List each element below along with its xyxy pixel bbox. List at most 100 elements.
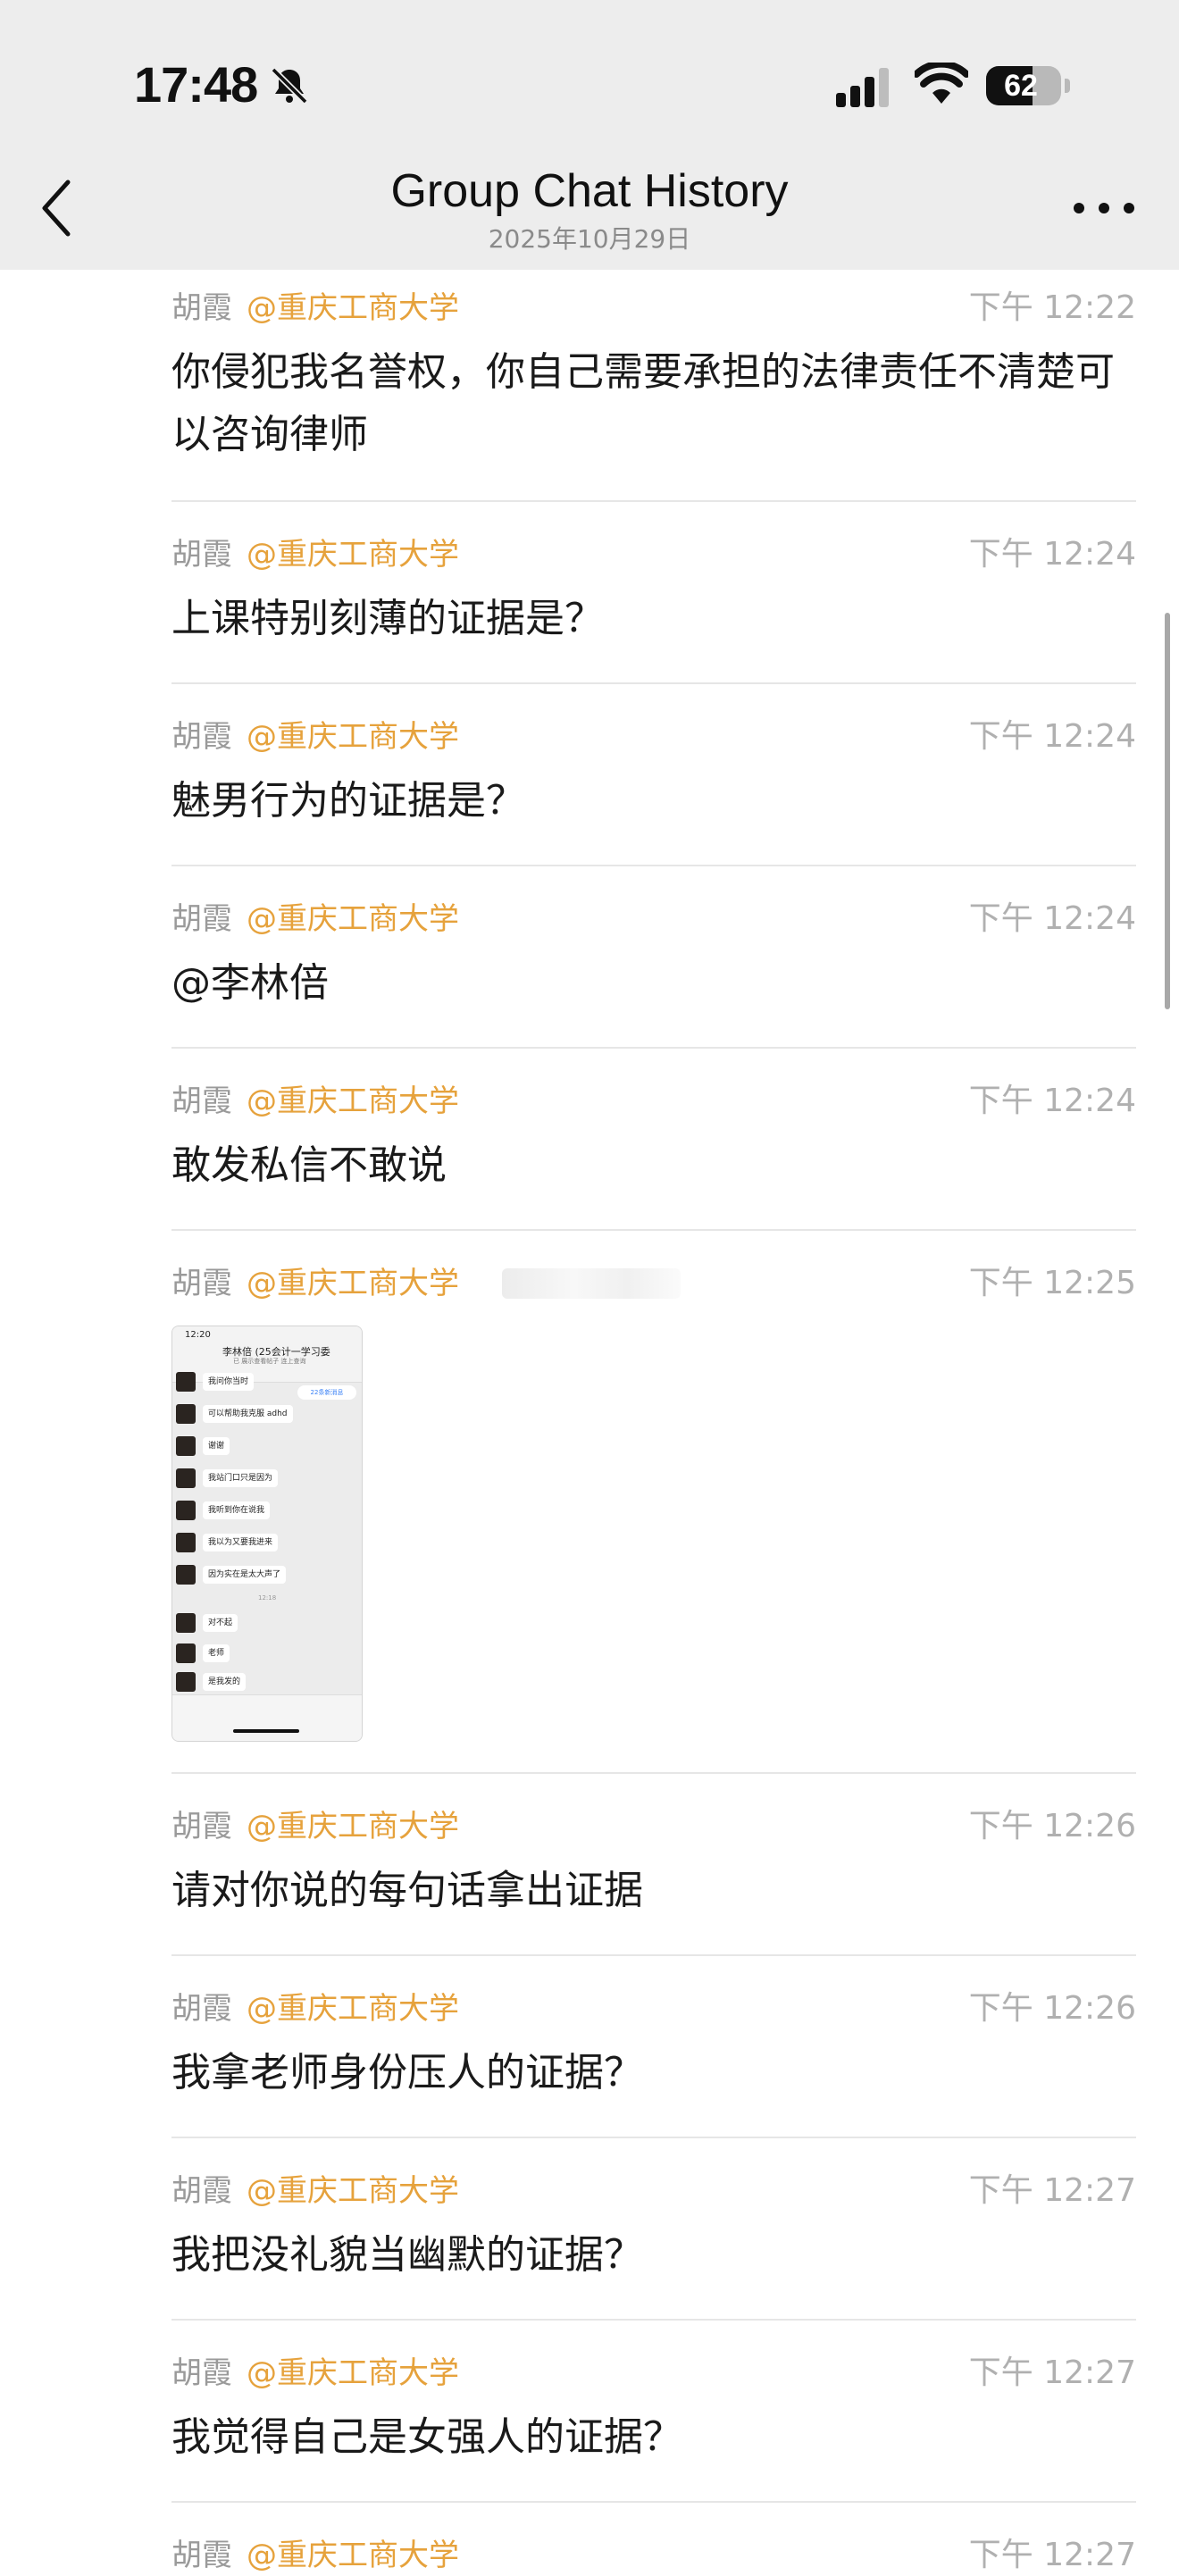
divider [171, 865, 1136, 866]
thumb-avatar [176, 1436, 196, 1456]
sender-org: @重庆工商大学 [247, 2173, 459, 2209]
message-header: 胡霞 @重庆工商大学 下午 12:22 [171, 288, 1136, 329]
message-time: 下午 12:26 [968, 1990, 1136, 2027]
sender-org: @重庆工商大学 [247, 1266, 459, 1301]
sender-name: 胡霞 [171, 1083, 232, 1119]
divider [171, 2319, 1136, 2321]
message-header: 胡霞 @重庆工商大学 下午 12:24 [171, 1081, 1136, 1122]
thumb-time-divider: 12:18 [258, 1594, 277, 1602]
thumb-message: 因为实在是太大声了 [176, 1564, 355, 1587]
header-bar: 17:48 62 Group Chat History 2025年10月29日 [0, 0, 1179, 270]
bell-slash-icon [271, 67, 308, 105]
thumb-avatar [176, 1533, 196, 1552]
wifi-icon [915, 63, 968, 104]
thumb-input-bar [172, 1694, 362, 1741]
message-header: 胡霞 @重庆工商大学 下午 12:24 [171, 899, 1136, 940]
message-header: 胡霞 @重庆工商大学 下午 12:24 [171, 534, 1136, 575]
thumb-message: 我以为又要我进来 [176, 1532, 355, 1555]
sender-name: 胡霞 [171, 1809, 232, 1844]
sender-org: @重庆工商大学 [247, 1809, 459, 1844]
message-time: 下午 12:27 [968, 2172, 1136, 2209]
divider [171, 2501, 1136, 2503]
sender-org: @重庆工商大学 [247, 1991, 459, 2027]
more-dots-icon[interactable] [1068, 193, 1140, 223]
divider [171, 1772, 1136, 1774]
page-subtitle: 2025年10月29日 [488, 224, 691, 254]
message-text: 敢发私信不敢说 [171, 1142, 447, 1188]
thumb-bubble: 因为实在是太大声了 [203, 1566, 287, 1584]
message-text: @李林倍 [171, 960, 329, 1006]
message-header: 胡霞 @重庆工商大学 下午 12:26 [171, 1806, 1136, 1847]
divider [171, 1229, 1136, 1231]
message-time: 下午 12:25 [968, 1265, 1136, 1301]
message-text: 我拿老师身份压人的证据？ [171, 2050, 643, 2095]
message-time: 下午 12:24 [968, 1083, 1136, 1119]
sender-org: @重庆工商大学 [247, 901, 459, 937]
status-time: 17:48 [134, 56, 258, 113]
thumb-message: 是我发的 [176, 1671, 355, 1694]
message-time: 下午 12:26 [968, 1808, 1136, 1844]
divider [171, 500, 1136, 502]
battery-percent: 62 [1004, 68, 1038, 103]
redacted-name [502, 1268, 681, 1299]
sender-name: 胡霞 [171, 901, 232, 937]
battery-indicator: 62 [986, 66, 1061, 105]
sender-name: 胡霞 [171, 537, 232, 573]
thumb-message: 我问你当时 [176, 1371, 355, 1394]
thumb-message: 谢谢 [176, 1435, 355, 1459]
thumb-bubble: 可以帮助我克服 adhd [203, 1405, 293, 1423]
message-header: 胡霞 @重庆工商大学 下午 12:25 [171, 1263, 1136, 1304]
thumb-bubble: 老师 [203, 1644, 230, 1662]
message-header: 胡霞 @重庆工商大学 下午 12:27 [171, 2170, 1136, 2212]
message-time: 下午 12:27 [968, 2354, 1136, 2391]
thumb-avatar [176, 1404, 196, 1424]
divider [171, 2137, 1136, 2138]
thumb-avatar [176, 1613, 196, 1633]
thumb-bubble: 是我发的 [203, 1673, 247, 1691]
thumb-home-indicator [233, 1729, 299, 1733]
message-text: 我把没礼貌当幽默的证据？ [171, 2232, 643, 2278]
message-time: 下午 12:22 [968, 289, 1136, 326]
divider [171, 1047, 1136, 1049]
thumb-avatar [176, 1643, 196, 1663]
sender-org: @重庆工商大学 [247, 2538, 459, 2573]
thumb-bubble: 我问你当时 [203, 1373, 255, 1391]
message-time: 下午 12:24 [968, 718, 1136, 755]
screenshot-thumbnail[interactable]: 12:20 李林倍 (25会计一学习委 已 展示查看帖子 连上查询 22条新消息… [171, 1326, 363, 1742]
thumb-clock: 12:20 [185, 1330, 211, 1340]
sender-name: 胡霞 [171, 2538, 232, 2573]
sender-org: @重庆工商大学 [247, 1083, 459, 1119]
thumb-message: 对不起 [176, 1612, 355, 1635]
battery-cap [1065, 79, 1070, 93]
divider [171, 682, 1136, 684]
message-text: 你侵犯我名誉权，你自己需要承担的法律责任不清楚可以咨询律师 [171, 349, 1115, 457]
sender-name: 胡霞 [171, 1266, 232, 1301]
thumb-message: 可以帮助我克服 adhd [176, 1403, 355, 1426]
thumb-subtitle: 已 展示查看帖子 连上查询 [233, 1358, 306, 1365]
thumb-avatar [176, 1372, 196, 1392]
thumb-message: 我站门口只是因为 [176, 1468, 355, 1491]
scrollbar-thumb[interactable] [1165, 613, 1170, 1009]
message-header: 胡霞 @重庆工商大学 下午 12:26 [171, 1988, 1136, 2029]
sender-name: 胡霞 [171, 1991, 232, 2027]
divider [171, 1954, 1136, 1956]
thumb-bubble: 我站门口只是因为 [203, 1469, 279, 1487]
message-text: 请对你说的每句话拿出证据 [171, 1868, 643, 1913]
thumb-avatar [176, 1468, 196, 1488]
message-header: 胡霞 @重庆工商大学 下午 12:24 [171, 716, 1136, 757]
sender-name: 胡霞 [171, 2173, 232, 2209]
message-text: 魅男行为的证据是？ [171, 778, 525, 824]
sender-name: 胡霞 [171, 719, 232, 755]
thumb-bubble: 我听到你在说我 [203, 1501, 271, 1519]
thumb-avatar [176, 1565, 196, 1585]
sender-org: @重庆工商大学 [247, 2355, 459, 2391]
message-time: 下午 12:24 [968, 536, 1136, 573]
sender-org: @重庆工商大学 [247, 537, 459, 573]
thumb-avatar [176, 1672, 196, 1692]
sender-name: 胡霞 [171, 2355, 232, 2391]
page-title: Group Chat History [390, 165, 789, 217]
thumb-avatar [176, 1501, 196, 1520]
message-text: 我觉得自己是女强人的证据？ [171, 2414, 682, 2460]
message-header: 胡霞 @重庆工商大学 下午 12:27 [171, 2535, 1136, 2576]
message-time: 下午 12:24 [968, 900, 1136, 937]
